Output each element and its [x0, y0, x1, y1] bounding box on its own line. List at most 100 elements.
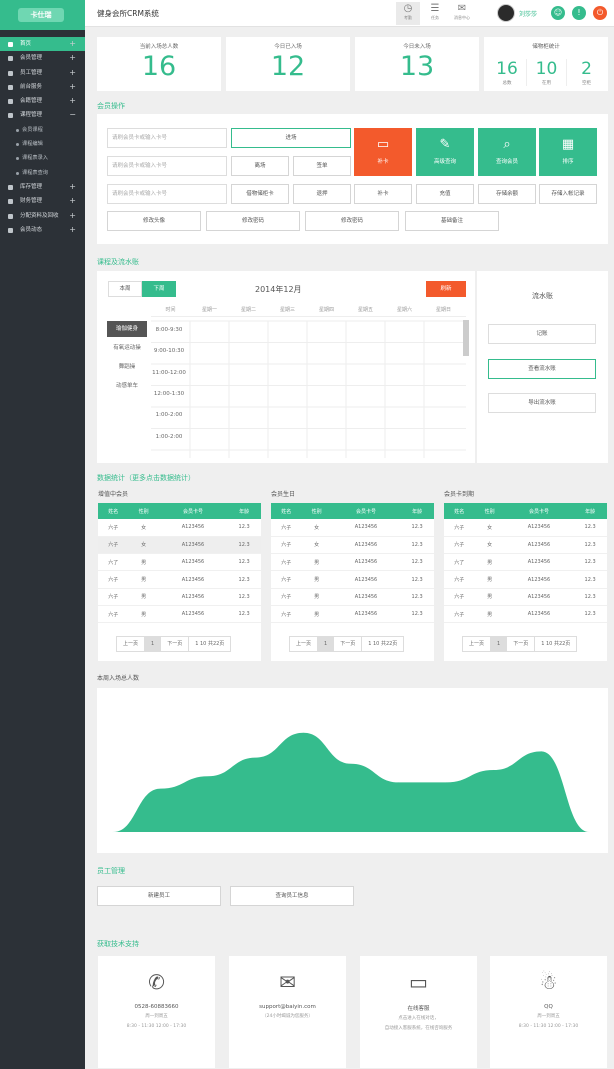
table-cell: 六了	[98, 553, 129, 572]
next-page-button[interactable]: 下一页	[161, 637, 190, 651]
table-row[interactable]: 六子男 A123456 12.3	[98, 605, 261, 624]
edit-password-button-2[interactable]: 修改密码	[305, 211, 399, 231]
prev-page-button[interactable]: 上一页	[117, 637, 146, 651]
replace-card-tile[interactable]: ▭ 补卡	[354, 128, 412, 176]
table-row[interactable]: 六子男 A123456 12.3	[444, 570, 607, 589]
card-input[interactable]: 请刷会员卡或输入卡号	[107, 156, 227, 176]
view-ledger-button[interactable]: 查看流水账	[488, 359, 596, 379]
tab-next-week[interactable]: 下周	[142, 281, 176, 297]
sidebar-item[interactable]: 会员课程	[0, 123, 85, 137]
sidebar-item-label: 分配资料及回收	[20, 212, 59, 219]
export-ledger-button[interactable]: 导出流水账	[488, 393, 596, 413]
logo[interactable]: 卡仕瑞	[0, 0, 85, 30]
page-number[interactable]: 1	[145, 637, 162, 651]
table-cell: 男	[474, 605, 505, 624]
table-row[interactable]: 六子女 A123456 12.3	[98, 536, 261, 555]
pagination: 上一页 1 下一页 1 10 共22页	[462, 636, 578, 652]
sidebar-item[interactable]: 分配资料及回收 +	[0, 209, 85, 223]
locker-used: 10 在用	[526, 59, 566, 86]
scrollbar[interactable]	[463, 320, 469, 356]
table-cell: A123456	[158, 553, 228, 572]
sort-tile[interactable]: ▦ 排序	[539, 128, 597, 176]
sidebar-item[interactable]: 首页 +	[0, 37, 85, 52]
sidebar-item[interactable]: 会员管理 +	[0, 51, 85, 65]
table-row[interactable]: 六子男 A123456 12.3	[271, 553, 434, 572]
sidebar-item[interactable]: 会籍管理 +	[0, 94, 85, 108]
sidebar-item[interactable]: 课程表录入	[0, 151, 85, 165]
query-staff-button[interactable]: 查询员工信息	[230, 886, 354, 906]
balance-button[interactable]: 存储余额	[478, 184, 536, 204]
prev-page-button[interactable]: 上一页	[290, 637, 319, 651]
leave-button[interactable]: 离场	[231, 156, 289, 176]
tab-this-week[interactable]: 本周	[108, 281, 142, 297]
table-row[interactable]: 六子女 A123456 12.3	[444, 536, 607, 555]
messages-button[interactable]: ✉ 消息中心	[450, 2, 474, 25]
sidebar-item-label: 会员管理	[20, 55, 43, 62]
support-phone[interactable]: ✆ 0528-60883660 周一到周五 8:30 - 11:30 12:00 - …	[98, 956, 215, 1068]
record-button[interactable]: 记账	[488, 324, 596, 344]
edit-avatar-button[interactable]: 修改头像	[107, 211, 201, 231]
card-input[interactable]: 请刷会员卡或输入卡号	[107, 184, 227, 204]
table-row[interactable]: 六子男 A123456 12.3	[271, 605, 434, 624]
page-number[interactable]: 1	[318, 637, 335, 651]
tasks-button[interactable]: ☰ 任务	[423, 2, 447, 25]
table-row[interactable]: 六了男 A123456 12.3	[444, 553, 607, 572]
bullet-icon	[16, 171, 19, 175]
sidebar-item-label: 员工管理	[20, 69, 43, 76]
replace-card-button[interactable]: 补卡	[354, 184, 412, 204]
username[interactable]: 刘莎莎	[519, 9, 537, 18]
search-member-tile[interactable]: ⌕ 查询会员	[478, 128, 536, 176]
table-row[interactable]: 六子女 A123456 12.3	[444, 519, 607, 537]
advanced-search-tile[interactable]: ✎ 高级查询	[416, 128, 474, 176]
power-icon[interactable]: ⏻	[593, 6, 607, 20]
user-icon[interactable]: ☺	[551, 6, 565, 20]
support-email[interactable]: ✉ support@baiyin.com （24小时竭诚为您服务）	[229, 956, 346, 1068]
table-row[interactable]: 六子男 A123456 12.3	[271, 570, 434, 589]
sign-button[interactable]: 签单	[293, 156, 351, 176]
class-item[interactable]: 舞蹈操	[107, 359, 147, 375]
next-page-button[interactable]: 下一页	[334, 637, 363, 651]
info-icon[interactable]: !	[572, 6, 586, 20]
deposit-log-button[interactable]: 存储入帐记录	[539, 184, 597, 204]
table-cell: 男	[128, 553, 159, 572]
attendance-button[interactable]: ◷ 考勤	[396, 2, 420, 25]
borrow-button[interactable]: 借物储柜卡	[231, 184, 289, 204]
sidebar-item[interactable]: 财务管理 +	[0, 194, 85, 208]
sidebar-item[interactable]: 课程管理 −	[0, 108, 85, 122]
table-row[interactable]: 六了男 A123456 12.3	[98, 553, 261, 572]
table-cell: 12.3	[400, 536, 434, 555]
sidebar-item[interactable]: 课程表查询	[0, 166, 85, 180]
sidebar-item[interactable]: 员工管理 +	[0, 66, 85, 80]
sidebar-item[interactable]: 会员动态 +	[0, 223, 85, 237]
table-row[interactable]: 六子女 A123456 12.3	[98, 519, 261, 537]
sidebar-item[interactable]: 库存管理 +	[0, 180, 85, 194]
table-row[interactable]: 六子男 A123456 12.3	[98, 570, 261, 589]
class-item[interactable]: 动感单车	[107, 378, 147, 394]
class-item[interactable]: 有氧运动操	[107, 340, 147, 356]
next-page-button[interactable]: 下一页	[507, 637, 536, 651]
table-row[interactable]: 六子男 A123456 12.3	[444, 588, 607, 606]
prev-page-button[interactable]: 上一页	[463, 637, 492, 651]
table-row[interactable]: 六子女 A123456 12.3	[271, 536, 434, 555]
avatar[interactable]	[497, 4, 515, 22]
card-input[interactable]: 请刷会员卡或输入卡号	[107, 128, 227, 148]
grid-lines	[151, 320, 466, 458]
sidebar-item[interactable]: 前台服务 +	[0, 80, 85, 94]
enter-button[interactable]: 进场	[231, 128, 351, 148]
table-row[interactable]: 六子女 A123456 12.3	[271, 519, 434, 537]
new-staff-button[interactable]: 新建员工	[97, 886, 221, 906]
page-number[interactable]: 1	[491, 637, 508, 651]
refresh-button[interactable]: 刷新	[426, 281, 466, 297]
table-row[interactable]: 六子男 A123456 12.3	[271, 588, 434, 606]
class-item[interactable]: 瑜伽健身	[107, 321, 147, 337]
table-row[interactable]: 六子男 A123456 12.3	[444, 605, 607, 624]
edit-password-button[interactable]: 修改密码	[206, 211, 300, 231]
note-button[interactable]: 基础备注	[405, 211, 499, 231]
refund-button[interactable]: 退押	[293, 184, 351, 204]
recharge-button[interactable]: 充值	[416, 184, 474, 204]
mail-icon: ✉	[279, 970, 296, 994]
support-chat[interactable]: ▭ 在线客服 点击进入在线对话， 自动接入客服系统，在线咨询服务	[360, 956, 477, 1068]
support-qq[interactable]: ☃ QQ 周一到周五 8:30 - 11:30 12:00 - 17:30	[490, 956, 607, 1068]
table-row[interactable]: 六子男 A123456 12.3	[98, 588, 261, 606]
sidebar-item[interactable]: 课程编辑	[0, 137, 85, 151]
